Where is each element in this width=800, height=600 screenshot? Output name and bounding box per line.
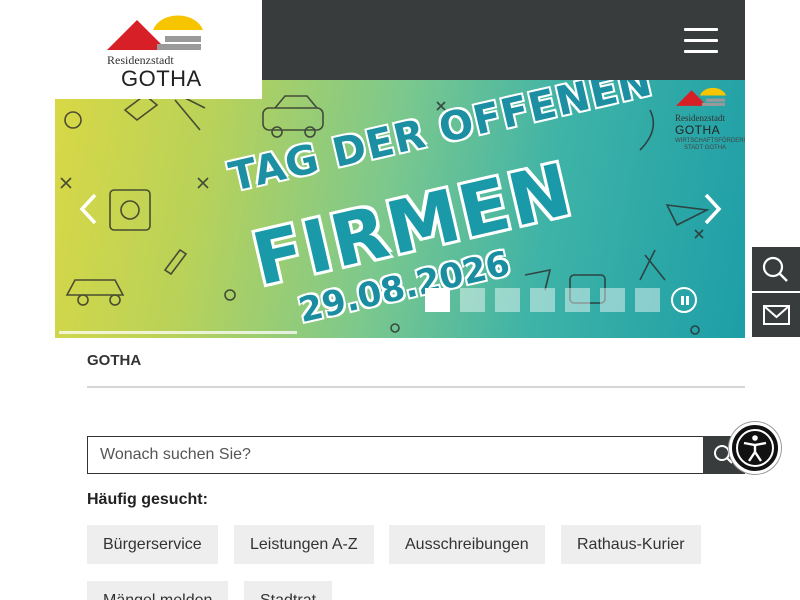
- hero-slider: TAG DER OFFENEN FIRMEN 29.08.2026 Reside…: [55, 80, 745, 338]
- hero-logo-subtitle: Residenzstadt: [675, 113, 725, 123]
- frequent-searches-title: Häufig gesucht:: [87, 491, 208, 508]
- chip-leistungen[interactable]: Leistungen A-Z: [234, 525, 374, 564]
- accessibility-button[interactable]: [729, 422, 781, 474]
- slide-dot-1[interactable]: [425, 288, 450, 312]
- slide-dot-4[interactable]: [530, 288, 555, 312]
- breadcrumb[interactable]: GOTHA: [87, 352, 141, 369]
- hero-corner-logo: Residenzstadt GOTHA: [675, 84, 741, 137]
- chip-ausschreibungen[interactable]: Ausschreibungen: [389, 525, 545, 564]
- side-search-button[interactable]: [752, 247, 800, 291]
- chevron-left-icon[interactable]: [77, 192, 101, 226]
- hero-logo-title: GOTHA: [675, 123, 721, 137]
- site-logo[interactable]: Residenzstadt GOTHA: [55, 0, 262, 99]
- slide-indicators: [425, 288, 660, 312]
- slide-dot-7[interactable]: [635, 288, 660, 312]
- partner-logo: WIRTSCHAFTSFÖRDERUNG STADT GOTHA: [675, 138, 745, 151]
- divider: [87, 386, 745, 388]
- gotha-logo-mark-icon: [107, 15, 203, 50]
- chevron-right-icon[interactable]: [700, 192, 724, 226]
- side-mail-button[interactable]: [752, 293, 800, 337]
- slide-dot-5[interactable]: [565, 288, 590, 312]
- slide-dot-6[interactable]: [600, 288, 625, 312]
- hamburger-menu-icon[interactable]: [684, 28, 718, 54]
- accessibility-person-icon: [736, 429, 774, 467]
- logo-title: GOTHA: [121, 66, 202, 91]
- chip-stadtrat[interactable]: Stadtrat: [244, 581, 333, 600]
- chip-buergerservice[interactable]: Bürgerservice: [87, 525, 218, 564]
- chip-maengel-melden[interactable]: Mängel melden: [87, 581, 229, 600]
- pause-icon[interactable]: [671, 287, 697, 313]
- gotha-logo-mark-icon: [675, 87, 727, 106]
- mail-icon: [763, 305, 790, 325]
- search-input[interactable]: [87, 436, 704, 474]
- chip-rathaus-kurier[interactable]: Rathaus-Kurier: [561, 525, 701, 564]
- search-icon: [762, 256, 788, 282]
- slide-dot-2[interactable]: [460, 288, 485, 312]
- slide-progress-bar: [59, 331, 297, 334]
- slide-dot-3[interactable]: [495, 288, 520, 312]
